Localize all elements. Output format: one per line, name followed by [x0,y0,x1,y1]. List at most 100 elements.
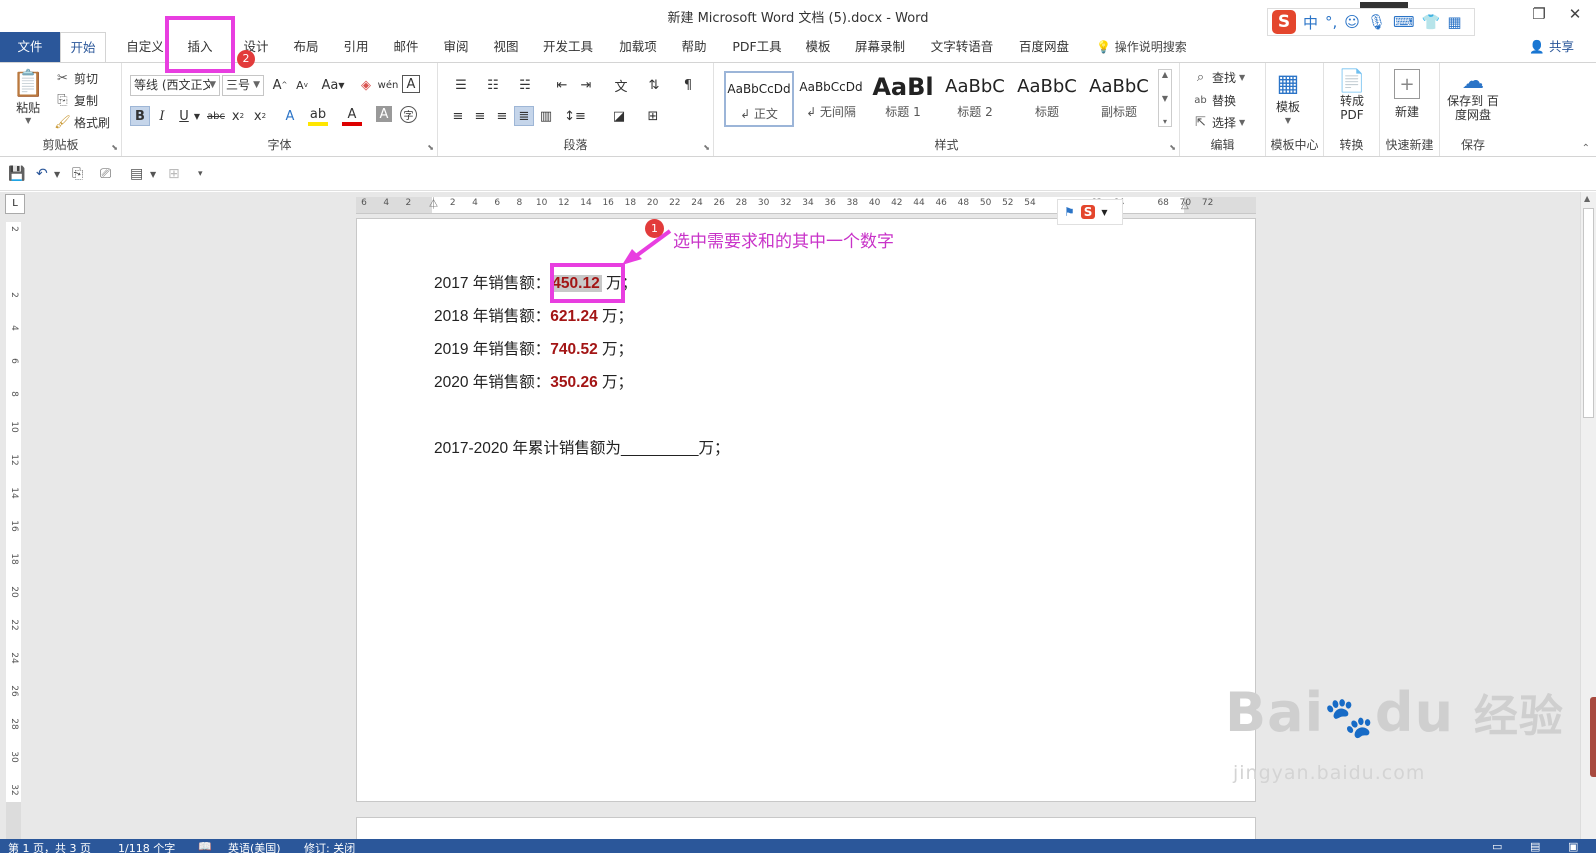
cut-button[interactable]: ✂ 剪切 [54,70,98,87]
decrease-indent-icon[interactable]: ⇤ [552,75,572,95]
tab-file[interactable]: 文件 [0,32,60,62]
borders-icon[interactable]: ⊞ [640,106,666,126]
mic-icon[interactable]: 🎙 [1367,13,1386,31]
save-icon[interactable]: 💾 [8,166,25,182]
save-baidu-button[interactable]: ☁ 保存到 百度网盘 [1444,69,1502,122]
side-panel-tab[interactable] [1590,697,1596,777]
ime-punct-toggle[interactable]: °, [1325,13,1337,31]
page-count[interactable]: 第 1 页，共 3 页 [8,840,91,853]
char-border-icon[interactable]: A [402,75,420,93]
first-indent-marker[interactable]: ⏃ [428,195,439,211]
italic-button[interactable]: I [152,106,172,126]
document-page[interactable]: 2017 年销售额： 450.12 万； 2018 年销售额：621.24 万； … [356,218,1256,802]
tab-mailings[interactable]: 邮件 [386,32,426,62]
bullets-icon[interactable]: ☰ [448,75,474,95]
asian-layout-icon[interactable]: 文 [608,75,634,95]
chevron-down-icon[interactable]: ▼ [1162,94,1168,103]
new-doc-button[interactable]: + 新建 [1394,69,1420,120]
track-changes-status[interactable]: 修订: 关闭 [304,840,355,853]
sales-number[interactable]: 350.26 [550,374,597,391]
pinyin-guide-icon[interactable]: wén [378,75,399,95]
tab-help[interactable]: 帮助 [674,32,714,62]
paste-button[interactable]: 📋 粘贴 ▼ [12,69,44,125]
tab-text-to-speech[interactable]: 文字转语音 [922,32,1002,62]
bold-button[interactable]: B [130,106,150,126]
proofing-icon[interactable]: 📖 [198,840,212,853]
collapse-ribbon-icon[interactable]: ⌃ [1582,143,1590,154]
highlight-icon[interactable]: ab [308,106,328,126]
tab-screen-record[interactable]: 屏幕录制 [848,32,912,62]
chevron-down-icon[interactable]: ▼ [150,170,156,179]
tab-addins[interactable]: 加载项 [612,32,664,62]
web-layout-icon[interactable]: ▣ [1568,840,1578,853]
sogou-logo-icon[interactable]: S [1080,205,1096,219]
clear-format-icon[interactable]: ◈ [356,75,376,95]
find-button[interactable]: ⌕ 查找 ▼ [1192,69,1245,86]
style-heading-1[interactable]: AaBl 标题 1 [868,71,938,127]
close-window-icon[interactable]: ✕ [1564,4,1586,24]
flag-icon[interactable]: ⚑ [1064,205,1075,219]
chevron-down-icon[interactable]: ▼ [1101,208,1107,217]
dialog-launcher-icon[interactable]: ⬊ [111,143,118,152]
underline-button[interactable]: U [174,106,194,126]
superscript-button[interactable]: x2 [250,106,270,126]
ime-toolbar[interactable]: S 中 °, ☺ 🎙 ⌨ 👕 ▦ [1267,8,1475,36]
align-center-icon[interactable]: ≡ [470,106,490,126]
sales-number[interactable]: 621.24 [550,308,597,325]
layout-icon[interactable]: ▤ [130,166,143,182]
tab-pdf-tools[interactable]: PDF工具 [726,32,788,62]
style-heading-2[interactable]: AaBbC 标题 2 [940,71,1010,127]
font-color-icon[interactable]: A [342,106,362,126]
restore-window-icon[interactable]: ❐ [1528,4,1550,24]
chevron-down-icon[interactable]: ▼ [54,170,60,179]
dialog-launcher-icon[interactable]: ⬊ [1169,143,1176,152]
style-normal[interactable]: AaBbCcDd ↲ 正文 [724,71,794,127]
chevron-up-icon[interactable]: ▲ [1162,70,1168,79]
keyboard-icon[interactable]: ⌨ [1393,13,1415,31]
line-spacing-icon[interactable]: ↕≡ [562,106,588,126]
char-shading-icon[interactable]: A [376,106,392,122]
strikethrough-button[interactable]: abc [206,106,226,126]
chevron-down-icon[interactable]: ▼ [192,106,202,126]
share-button[interactable]: 👤 共享 [1529,32,1574,62]
tell-me-search[interactable]: 💡 操作说明搜索 [1096,32,1187,62]
tab-references[interactable]: 引用 [336,32,376,62]
sales-number[interactable]: 740.52 [550,341,597,358]
style-no-spacing[interactable]: AaBbCcDd ↲ 无间隔 [796,71,866,127]
copy-button[interactable]: ⎘ 复制 [54,92,98,109]
customize-qat-icon[interactable]: ▾ [198,169,203,179]
increase-indent-icon[interactable]: ⇥ [576,75,596,95]
summary-line[interactable]: 2017-2020 年累计销售额为_________万； [434,436,730,458]
tab-developer[interactable]: 开发工具 [536,32,600,62]
subscript-button[interactable]: x2 [228,106,248,126]
read-mode-icon[interactable]: ▭ [1492,840,1502,853]
dialog-launcher-icon[interactable]: ⬊ [427,143,434,152]
convert-pdf-button[interactable]: 📄 转成 PDF [1334,69,1370,122]
sales-line-2018[interactable]: 2018 年销售额：621.24 万； [434,304,633,326]
enclose-char-icon[interactable]: 字 [400,106,417,123]
tab-review[interactable]: 审阅 [436,32,476,62]
style-subtitle[interactable]: AaBbC 副标题 [1084,71,1154,127]
document-page-2[interactable] [356,817,1256,839]
grow-font-button[interactable]: A ^ [270,75,290,95]
align-right-icon[interactable]: ≡ [492,106,512,126]
tab-layout[interactable]: 布局 [286,32,326,62]
print-layout-icon[interactable]: ▤ [1530,840,1540,853]
chevron-up-icon[interactable]: ▲ [1584,194,1590,203]
undo-icon[interactable]: ↶ [36,166,48,182]
language-status[interactable]: 英语(美国) [228,840,281,853]
tab-customize[interactable]: 自定义 [120,32,170,62]
tab-home[interactable]: 开始 [60,32,106,63]
tab-view[interactable]: 视图 [486,32,526,62]
font-size-combo[interactable]: 三号 ▼ [222,75,264,96]
mini-ime-toolbar[interactable]: ⚑ S ▼ [1057,199,1123,225]
shading-icon[interactable]: ◪ [606,106,632,126]
styles-scroll[interactable]: ▲ ▼ ▾ [1158,69,1172,127]
change-case-button[interactable]: Aa ▼ [318,75,348,95]
justify-icon[interactable]: ≣ [514,106,534,126]
numbering-icon[interactable]: ☷ [480,75,506,95]
distributed-icon[interactable]: ▥ [536,106,556,126]
show-marks-icon[interactable]: ¶ [678,75,698,95]
template-button[interactable]: ▦ 模板 ▼ [1276,69,1300,125]
vertical-ruler[interactable]: 2 2 4 6 8 10 12 14 16 18 20 22 24 26 28 30 32 [6,222,21,839]
